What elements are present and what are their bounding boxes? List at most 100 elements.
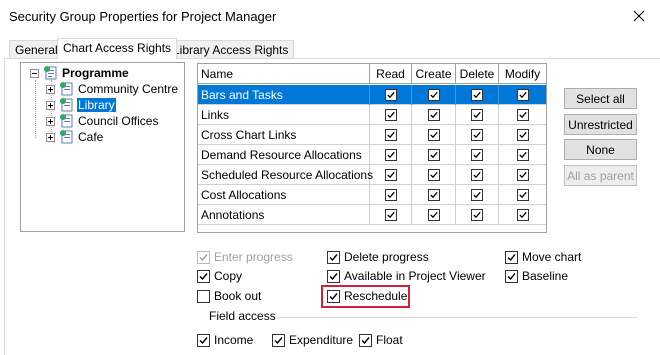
- grid-checkbox[interactable]: [384, 189, 397, 201]
- income-checkbox[interactable]: Income: [197, 332, 253, 348]
- tab-chart-access-rights-label: Chart Access Rights: [63, 41, 172, 55]
- tab-chart-access-rights[interactable]: Chart Access Rights: [57, 38, 178, 59]
- grid-row[interactable]: Cost Allocations: [198, 185, 546, 205]
- grid-cell-modify: [499, 105, 546, 125]
- tree-node-community-centre[interactable]: Community Centre: [46, 81, 179, 97]
- programme-tree[interactable]: Programme Community Centre Library Counc…: [20, 62, 185, 232]
- grid-row[interactable]: Demand Resource Allocations: [198, 145, 546, 165]
- column-header-delete[interactable]: Delete: [456, 64, 499, 84]
- grid-cell-delete: [456, 205, 499, 225]
- grid-checkbox[interactable]: [384, 129, 397, 141]
- checkbox-box: [359, 333, 372, 347]
- move-chart-checkbox[interactable]: Move chart: [505, 249, 581, 265]
- field-access-label: Field access: [209, 309, 276, 323]
- window-title: Security Group Properties for Project Ma…: [9, 9, 277, 24]
- none-button[interactable]: None: [564, 139, 637, 160]
- column-header-read[interactable]: Read: [370, 64, 412, 84]
- baseline-checkbox[interactable]: Baseline: [505, 268, 568, 284]
- grid-checkbox[interactable]: [427, 89, 440, 101]
- grid-cell-delete: [456, 85, 499, 105]
- copy-checkbox[interactable]: Copy: [197, 268, 242, 284]
- tree-node-root[interactable]: Programme: [30, 65, 130, 81]
- grid-cell-name: Annotations: [198, 205, 370, 225]
- float-checkbox[interactable]: Float: [359, 332, 403, 348]
- grid-checkbox[interactable]: [471, 129, 483, 141]
- column-header-name[interactable]: Name: [198, 64, 370, 84]
- access-rights-grid[interactable]: Name Read Create Delete Modify Bars and …: [197, 63, 547, 233]
- grid-checkbox[interactable]: [471, 169, 483, 181]
- all-as-parent-button[interactable]: All as parent: [564, 165, 637, 186]
- expand-icon[interactable]: [46, 116, 55, 126]
- expenditure-checkbox[interactable]: Expenditure: [272, 332, 353, 348]
- grid-checkbox[interactable]: [516, 209, 529, 221]
- book-out-checkbox[interactable]: Book out: [197, 288, 261, 304]
- grid-row[interactable]: Links: [198, 105, 546, 125]
- grid-cell-modify: [499, 185, 546, 205]
- expand-icon[interactable]: [46, 100, 55, 110]
- grid-checkbox[interactable]: [471, 109, 483, 121]
- field-access-divider: [277, 317, 637, 318]
- grid-checkbox[interactable]: [516, 89, 529, 101]
- tree-connector: [35, 80, 36, 138]
- close-icon: [633, 10, 645, 22]
- enter-progress-checkbox[interactable]: Enter progress: [197, 249, 293, 265]
- float-label: Float: [376, 333, 403, 347]
- chart-icon: [60, 114, 73, 128]
- tree-node-council-offices[interactable]: Council Offices: [46, 113, 159, 129]
- collapse-icon[interactable]: [30, 68, 39, 78]
- select-all-button[interactable]: Select all: [564, 88, 637, 109]
- reschedule-checkbox[interactable]: Reschedule: [327, 288, 407, 304]
- grid-cell-read: [370, 125, 412, 145]
- column-header-modify[interactable]: Modify: [499, 64, 546, 84]
- checkbox-box: [197, 250, 210, 264]
- grid-checkbox[interactable]: [516, 129, 529, 141]
- grid-cell-modify: [499, 205, 546, 225]
- grid-checkbox[interactable]: [471, 189, 483, 201]
- grid-cell-create: [412, 205, 456, 225]
- grid-checkbox[interactable]: [516, 189, 529, 201]
- grid-cell-modify: [499, 165, 546, 185]
- grid-checkbox[interactable]: [471, 89, 483, 101]
- tab-general[interactable]: General: [9, 40, 64, 58]
- available-in-project-viewer-checkbox[interactable]: Available in Project Viewer: [327, 268, 486, 284]
- grid-row[interactable]: Bars and Tasks: [198, 85, 546, 105]
- column-header-create[interactable]: Create: [412, 64, 456, 84]
- grid-checkbox[interactable]: [384, 169, 397, 181]
- grid-checkbox[interactable]: [516, 109, 529, 121]
- tree-label-council-offices: Council Offices: [78, 114, 159, 128]
- grid-checkbox[interactable]: [471, 209, 483, 221]
- grid-checkbox[interactable]: [427, 169, 440, 181]
- expand-icon[interactable]: [46, 132, 55, 142]
- chart-icon: [60, 130, 73, 144]
- delete-progress-label: Delete progress: [344, 250, 429, 264]
- delete-progress-checkbox[interactable]: Delete progress: [327, 249, 429, 265]
- grid-checkbox[interactable]: [516, 149, 529, 161]
- grid-checkbox[interactable]: [427, 149, 440, 161]
- grid-checkbox[interactable]: [384, 109, 397, 121]
- expand-icon[interactable]: [46, 84, 55, 94]
- grid-cell-name: Cost Allocations: [198, 185, 370, 205]
- grid-cell-read: [370, 205, 412, 225]
- close-button[interactable]: [628, 6, 650, 26]
- grid-row[interactable]: Annotations: [198, 205, 546, 225]
- grid-checkbox[interactable]: [384, 149, 397, 161]
- tab-library-access-rights[interactable]: Library Access Rights: [167, 40, 295, 58]
- grid-checkbox[interactable]: [384, 209, 397, 221]
- expenditure-label: Expenditure: [289, 333, 354, 347]
- grid-checkbox[interactable]: [427, 189, 440, 201]
- grid-cell-modify: [499, 125, 546, 145]
- programme-icon: [44, 66, 57, 80]
- grid-cell-modify: [499, 85, 546, 105]
- tree-node-cafe[interactable]: Cafe: [46, 129, 104, 145]
- grid-checkbox[interactable]: [471, 149, 483, 161]
- unrestricted-button[interactable]: Unrestricted: [564, 114, 637, 135]
- grid-row[interactable]: Cross Chart Links: [198, 125, 546, 145]
- tree-node-library[interactable]: Library: [46, 97, 116, 113]
- grid-checkbox[interactable]: [516, 169, 529, 181]
- grid-checkbox[interactable]: [427, 109, 440, 121]
- grid-checkbox[interactable]: [384, 89, 397, 101]
- grid-checkbox[interactable]: [427, 209, 440, 221]
- tree-label-community-centre: Community Centre: [78, 82, 179, 96]
- grid-checkbox[interactable]: [427, 129, 440, 141]
- grid-row[interactable]: Scheduled Resource Allocations: [198, 165, 546, 185]
